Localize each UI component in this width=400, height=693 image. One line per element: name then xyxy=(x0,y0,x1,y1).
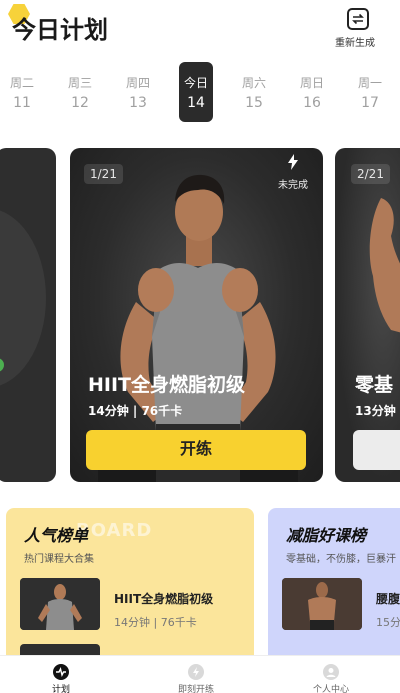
day-name: 周六 xyxy=(241,76,266,90)
day-number: 14 xyxy=(187,95,205,111)
day-sat[interactable]: 周六 15 xyxy=(237,62,271,122)
today-plan-page: 今日计划 重新生成 周二 11 周三 12 周四 13 今日 14 周六 15 … xyxy=(0,0,400,693)
nav-plan[interactable]: 计划 xyxy=(26,664,96,693)
lightning-icon xyxy=(288,154,298,170)
nav-start-now[interactable]: 即刻开练 xyxy=(161,664,231,693)
list-item-meta: 14分钟 | 76千卡 xyxy=(114,616,197,629)
status-badge: 未完成 xyxy=(273,154,313,194)
course-meta: 14分钟 | 76千卡 xyxy=(88,404,183,418)
day-name: 周四 xyxy=(125,76,150,90)
nav-label: 个人中心 xyxy=(312,685,349,693)
day-name: 周三 xyxy=(67,76,92,90)
previous-course-card[interactable] xyxy=(0,148,56,482)
panel-title: 人气榜单 xyxy=(24,526,89,545)
day-number: 15 xyxy=(245,95,263,111)
bottom-navigation: 计划 即刻开练 个人中心 xyxy=(0,655,400,693)
list-item-meta: 15分 xyxy=(376,616,400,629)
nav-label: 即刻开练 xyxy=(177,685,214,693)
page-title: 今日计划 xyxy=(12,16,108,44)
list-item-title: 腰腹 xyxy=(376,592,400,606)
regenerate-button[interactable]: 重新生成 xyxy=(335,8,378,49)
day-number: 12 xyxy=(71,95,89,111)
header: 今日计划 重新生成 xyxy=(0,0,400,56)
pulse-icon xyxy=(53,664,69,680)
course-title: 零基 xyxy=(355,374,394,396)
day-number: 11 xyxy=(13,95,31,111)
day-tue[interactable]: 周二 11 xyxy=(5,62,39,122)
course-title: HIIT全身燃脂初级 xyxy=(88,374,246,396)
course-meta: 13分钟 | xyxy=(355,404,400,418)
athlete-thumbnail-image xyxy=(282,578,362,630)
day-wed[interactable]: 周三 12 xyxy=(63,62,97,122)
start-training-button[interactable]: 开练 xyxy=(86,430,306,470)
course-thumbnail[interactable] xyxy=(20,578,100,630)
day-number: 17 xyxy=(361,95,379,111)
status-label: 未完成 xyxy=(278,180,308,191)
decorative-shape xyxy=(0,208,46,388)
day-name: 周日 xyxy=(299,76,324,90)
course-card-main[interactable]: 1/21 未完成 HIIT全身燃脂初级 14分钟 | 76千卡 开练 xyxy=(70,148,323,482)
day-mon[interactable]: 周一 17 xyxy=(353,62,387,122)
regenerate-label: 重新生成 xyxy=(335,38,375,49)
user-icon xyxy=(323,664,339,680)
panel-subtitle: 零基础，不伤膝，巨暴汗 xyxy=(286,554,396,565)
day-today[interactable]: 今日 14 xyxy=(179,62,213,122)
day-number: 16 xyxy=(303,95,321,111)
day-name: 周一 xyxy=(357,76,382,90)
course-counter: 1/21 xyxy=(84,164,123,184)
next-course-card[interactable]: 2/21 零基 13分钟 | xyxy=(335,148,400,482)
panel-title: 减脂好课榜 xyxy=(286,526,367,545)
nav-profile[interactable]: 个人中心 xyxy=(296,664,366,693)
athlete-image xyxy=(369,198,400,333)
start-training-button[interactable] xyxy=(353,430,400,470)
nav-label: 计划 xyxy=(51,685,70,693)
fatburn-ranking-panel[interactable]: 减脂好课榜 零基础，不伤膝，巨暴汗 腰腹 15分 xyxy=(268,508,400,668)
popular-ranking-panel[interactable]: BOARD 人气榜单 热门课程大合集 HIIT全身燃脂初级 14分钟 | 76千… xyxy=(6,508,254,668)
panel-subtitle: 热门课程大合集 xyxy=(24,554,94,565)
list-item-title: HIIT全身燃脂初级 xyxy=(114,592,214,606)
athlete-thumbnail-image xyxy=(20,578,100,630)
course-thumbnail[interactable] xyxy=(282,578,362,630)
refresh-swap-icon xyxy=(347,8,369,30)
day-name: 周二 xyxy=(9,76,34,90)
day-name: 今日 xyxy=(183,76,208,90)
day-thu[interactable]: 周四 13 xyxy=(121,62,155,122)
week-strip: 周二 11 周三 12 周四 13 今日 14 周六 15 周日 16 周一 1… xyxy=(0,62,400,122)
course-counter: 2/21 xyxy=(351,164,390,184)
lightning-icon xyxy=(188,664,204,680)
day-number: 13 xyxy=(129,95,147,111)
day-sun[interactable]: 周日 16 xyxy=(295,62,329,122)
